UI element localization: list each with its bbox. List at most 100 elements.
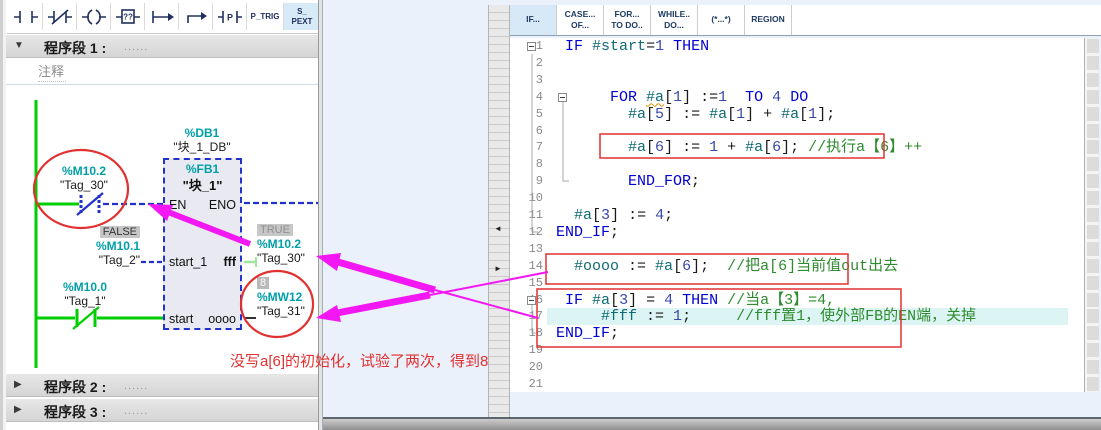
code-line-9[interactable]: END_FOR; (547, 173, 1068, 190)
pin-en: EN (169, 198, 186, 212)
lad-toolbar: ?? PP_TRIGS_ PEXT (7, 0, 318, 34)
scl-code-editor[interactable]: 123456789101112131415161718192021 IF #st… (510, 38, 1084, 392)
code-line-10[interactable] (547, 190, 1068, 207)
window-right-frame (318, 0, 322, 430)
lad-tool-p-trig[interactable]: P_TRIG (247, 3, 284, 30)
code-token (547, 207, 574, 224)
network-1-header[interactable]: ▼ 程序段 1 : ...... (6, 34, 318, 58)
network-2-header[interactable]: ▶ 程序段 2 : ...... (6, 373, 318, 397)
code-token: #start (592, 38, 646, 55)
lad-tool-p-contact-icon[interactable]: P (213, 3, 247, 30)
code-line-12[interactable]: END_IF; (547, 224, 1068, 241)
network-3-header[interactable]: ▶ 程序段 3 : ...... (6, 398, 318, 422)
scl-insert-button-3[interactable]: WHILE.. DO... (651, 5, 698, 35)
code-token: 3 (601, 207, 610, 224)
pin-fff[interactable]: fff (224, 255, 237, 269)
code-line-16[interactable]: IF #a[3] = 4 THEN //当a【3】=4, (547, 292, 1068, 309)
scl-insert-button-2[interactable]: FOR... TO DO.. (604, 5, 651, 35)
pin-start-1[interactable]: start_1 (169, 255, 207, 269)
network-comment-placeholder[interactable]: 注释 (38, 61, 66, 82)
code-line-7[interactable]: #a[6] := 1 + #a[6]; //执行a【6】++ (547, 139, 1068, 156)
pin-oooo[interactable]: oooo (208, 312, 236, 326)
collapse-collapsed-icon[interactable]: ▶ (14, 404, 22, 415)
code-line-6[interactable] (547, 123, 1068, 140)
fold-collapse-icon[interactable] (527, 42, 536, 51)
operand-output-tag30[interactable]: TRUE%M10.2"Tag_30" (257, 222, 327, 265)
line-marker (1087, 124, 1099, 138)
code-token: 4 (664, 292, 673, 309)
line-number: 5 (510, 107, 543, 121)
lad-tool-contact-open-icon[interactable] (9, 3, 43, 30)
code-line-18[interactable]: END_IF; (547, 325, 1068, 342)
operand-contact-tag30[interactable]: %M10.2"Tag_30" (42, 164, 126, 192)
fold-collapse-icon[interactable] (527, 296, 536, 305)
line-marker (1087, 157, 1099, 171)
operand-contact-tag1[interactable]: %M10.0"Tag_1" (45, 280, 125, 308)
fb-address: %FB1 (165, 162, 240, 176)
splitter-collapse-right-icon[interactable]: ► (494, 264, 502, 273)
code-token: #a (628, 106, 646, 123)
operand-output-tag31[interactable]: 8%MW12"Tag_31" (257, 275, 327, 318)
pin-start[interactable]: start (169, 312, 193, 326)
lad-editor-window: ?? PP_TRIGS_ PEXT ▼ 程序段 1 : ...... 注释 (0, 0, 322, 430)
collapse-expanded-icon[interactable]: ▼ (14, 40, 24, 51)
code-token: ] := (682, 89, 718, 106)
code-token: [ (673, 258, 682, 275)
splitter-collapse-left-icon[interactable]: ◄ (494, 224, 502, 233)
network-3-comment-dots[interactable]: ...... (124, 405, 148, 417)
code-line-19[interactable] (547, 342, 1068, 359)
code-line-4[interactable]: FOR #a[1] :=1 TO 4 DO (547, 89, 1068, 106)
code-token: 4 (772, 89, 781, 106)
lad-tool-contact-closed-icon[interactable] (43, 3, 77, 30)
network-1-comment-dots[interactable]: ...... (124, 41, 148, 53)
operand-address: %MW12 (257, 290, 327, 304)
scl-insert-button-1[interactable]: CASE... OF... (557, 5, 604, 35)
pane-splitter[interactable]: ◄ ► (488, 5, 510, 417)
line-number: 13 (510, 242, 543, 256)
code-token: ; (610, 224, 619, 241)
operand-input-tag2[interactable]: FALSE%M10.1"Tag_2" (56, 224, 140, 267)
code-line-20[interactable] (547, 359, 1068, 376)
code-line-14[interactable]: #oooo := #a[6]; //把a[6]当前值out出去 (547, 258, 1068, 275)
code-line-15[interactable] (547, 275, 1068, 292)
db-instance-label[interactable]: %DB1 "块_1_DB" (156, 126, 248, 154)
scl-insert-button-4[interactable]: (*...*) (698, 5, 745, 35)
code-token: [ (727, 106, 736, 123)
collapse-collapsed-icon[interactable]: ▶ (14, 379, 22, 390)
code-line-11[interactable]: #a[3] := 4; (547, 207, 1068, 224)
line-number: 9 (510, 174, 543, 188)
lad-tool-s-pext[interactable]: S_ PEXT (284, 3, 321, 30)
scl-insert-button-0[interactable]: IF... (510, 5, 557, 35)
network-2-title: 程序段 2 : (44, 377, 106, 397)
code-token: THEN (682, 292, 718, 309)
code-line-17[interactable]: #fff := 1; //fff置1，使外部FB的EN端，关掉 (547, 308, 1068, 325)
code-token: 4 (655, 207, 664, 224)
code-token: ]; (817, 106, 835, 123)
line-marker (1087, 360, 1099, 374)
network-2-comment-dots[interactable]: ...... (124, 380, 148, 392)
code-line-13[interactable] (547, 241, 1068, 258)
code-token (547, 258, 574, 275)
line-number: 14 (510, 259, 543, 273)
lad-tool-empty-box-icon[interactable]: ?? (111, 3, 145, 30)
nc-contact-tag30 (77, 193, 103, 215)
lad-tool-coil-icon[interactable] (77, 3, 111, 30)
code-line-2[interactable] (547, 55, 1068, 72)
line-number: 20 (510, 360, 543, 374)
code-token: [ (763, 139, 772, 156)
code-line-21[interactable] (547, 376, 1068, 392)
nc-contact-tag1 (73, 307, 99, 329)
code-line-8[interactable] (547, 156, 1068, 173)
fb-block[interactable]: %FB1 "块_1" EN ENO start_1 fff start oooo (163, 158, 242, 330)
code-token: 1 (718, 89, 727, 106)
lad-tool-close-branch-icon[interactable] (179, 3, 213, 30)
lad-tool-open-branch-icon[interactable] (145, 3, 179, 30)
line-marker (1087, 326, 1099, 340)
line-marker (1087, 242, 1099, 256)
line-marker-column[interactable] (1084, 38, 1099, 392)
code-line-3[interactable] (547, 72, 1068, 89)
code-line-5[interactable]: #a[5] := #a[1] + #a[1]; (547, 106, 1068, 123)
code-line-1[interactable]: IF #start=1 THEN (547, 38, 1068, 55)
db-address: %DB1 (156, 126, 248, 140)
scl-insert-button-5[interactable]: REGION (745, 5, 792, 35)
